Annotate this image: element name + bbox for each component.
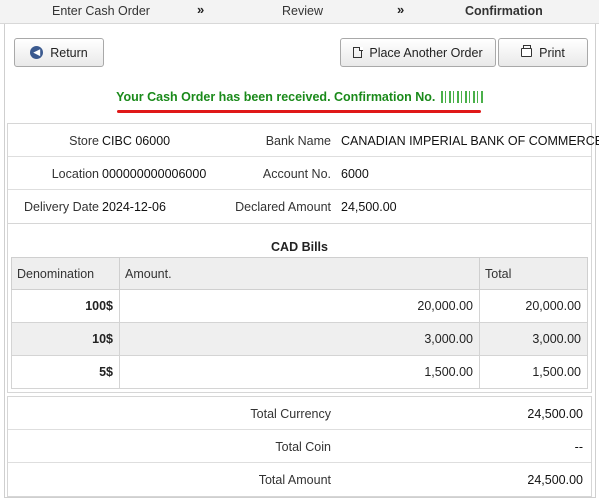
total-amount-label: Total Amount: [258, 473, 331, 487]
confirmation-underline: [117, 110, 481, 113]
total-currency-value: 24,500.00: [527, 407, 583, 421]
printer-icon: [521, 45, 533, 57]
confirmation-text: Your Cash Order has been received. Confi…: [116, 90, 436, 104]
bills-table: Denomination Amount. Total 100$ 20,000.0…: [11, 257, 588, 389]
store-value: CIBC 06000: [102, 134, 171, 148]
place-another-order-button[interactable]: Place Another Order: [340, 38, 496, 67]
return-button[interactable]: ◀ Return: [14, 38, 104, 67]
arrow-left-circle-icon: ◀: [30, 46, 44, 59]
info-row: Location 000000000006000 Account No. 600…: [8, 157, 591, 190]
place-another-order-label: Place Another Order: [369, 45, 483, 60]
info-row: Store CIBC 06000 Bank Name CANADIAN IMPE…: [8, 124, 599, 157]
denomination-cell: 10$: [11, 322, 120, 356]
total-currency-row: Total Currency 24,500.00: [8, 397, 591, 430]
declared-amount-value: 24,500.00: [341, 200, 397, 214]
totals-section: Total Currency 24,500.00 Total Coin -- T…: [7, 396, 592, 497]
step-confirmation: Confirmation: [465, 4, 543, 18]
amount-cell: 1,500.00: [119, 355, 480, 389]
step-enter-cash-order: Enter Cash Order: [52, 4, 150, 18]
confirmation-message: Your Cash Order has been received. Confi…: [0, 90, 599, 104]
total-coin-value: --: [574, 440, 583, 454]
declared-amount-label: Declared Amount: [235, 200, 331, 214]
step-review: Review: [282, 4, 323, 18]
bank-name-label: Bank Name: [265, 134, 331, 148]
column-header-amount: Amount.: [119, 257, 480, 290]
total-coin-label: Total Coin: [275, 440, 331, 454]
account-value: 6000: [341, 167, 369, 181]
total-coin-row: Total Coin --: [8, 430, 591, 463]
delivery-date-label: Delivery Date: [23, 200, 99, 214]
total-cell: 1,500.00: [479, 355, 588, 389]
wizard-steps: Enter Cash Order » Review » Confirmation: [0, 0, 599, 24]
total-currency-label: Total Currency: [250, 407, 331, 421]
info-row: Delivery Date 2024-12-06 Declared Amount…: [8, 190, 591, 223]
document-icon: [353, 46, 363, 58]
print-button[interactable]: Print: [498, 38, 588, 67]
amount-cell: 3,000.00: [119, 322, 480, 356]
denomination-cell: 5$: [11, 355, 120, 389]
print-button-label: Print: [539, 45, 565, 60]
denomination-cell: 100$: [11, 289, 120, 323]
step-separator-icon: »: [397, 2, 405, 17]
location-label: Location: [51, 167, 99, 181]
table-row: 10$ 3,000.00 3,000.00: [11, 322, 588, 356]
order-info-grid: Store CIBC 06000 Bank Name CANADIAN IMPE…: [7, 123, 599, 224]
account-label: Account No.: [262, 167, 331, 181]
table-row: 5$ 1,500.00 1,500.00: [11, 355, 588, 389]
bank-name-value: CANADIAN IMPERIAL BANK OF COMMERCE: [341, 134, 599, 148]
store-label: Store: [69, 134, 99, 148]
total-cell: 20,000.00: [479, 289, 588, 323]
column-header-total: Total: [479, 257, 588, 290]
location-value: 000000000006000: [102, 167, 207, 181]
bills-title: CAD Bills: [271, 240, 328, 254]
cad-bills-section: CAD Bills Denomination Amount. Total 100…: [7, 222, 592, 393]
column-header-denomination: Denomination: [11, 257, 120, 290]
table-row: 100$ 20,000.00 20,000.00: [11, 289, 588, 323]
step-separator-icon: »: [197, 2, 205, 17]
total-amount-row: Total Amount 24,500.00: [8, 463, 591, 496]
total-amount-value: 24,500.00: [527, 473, 583, 487]
total-cell: 3,000.00: [479, 322, 588, 356]
amount-cell: 20,000.00: [119, 289, 480, 323]
delivery-date-value: 2024-12-06: [102, 200, 166, 214]
confirmation-number-redacted: [440, 91, 483, 103]
return-button-label: Return: [50, 45, 88, 60]
